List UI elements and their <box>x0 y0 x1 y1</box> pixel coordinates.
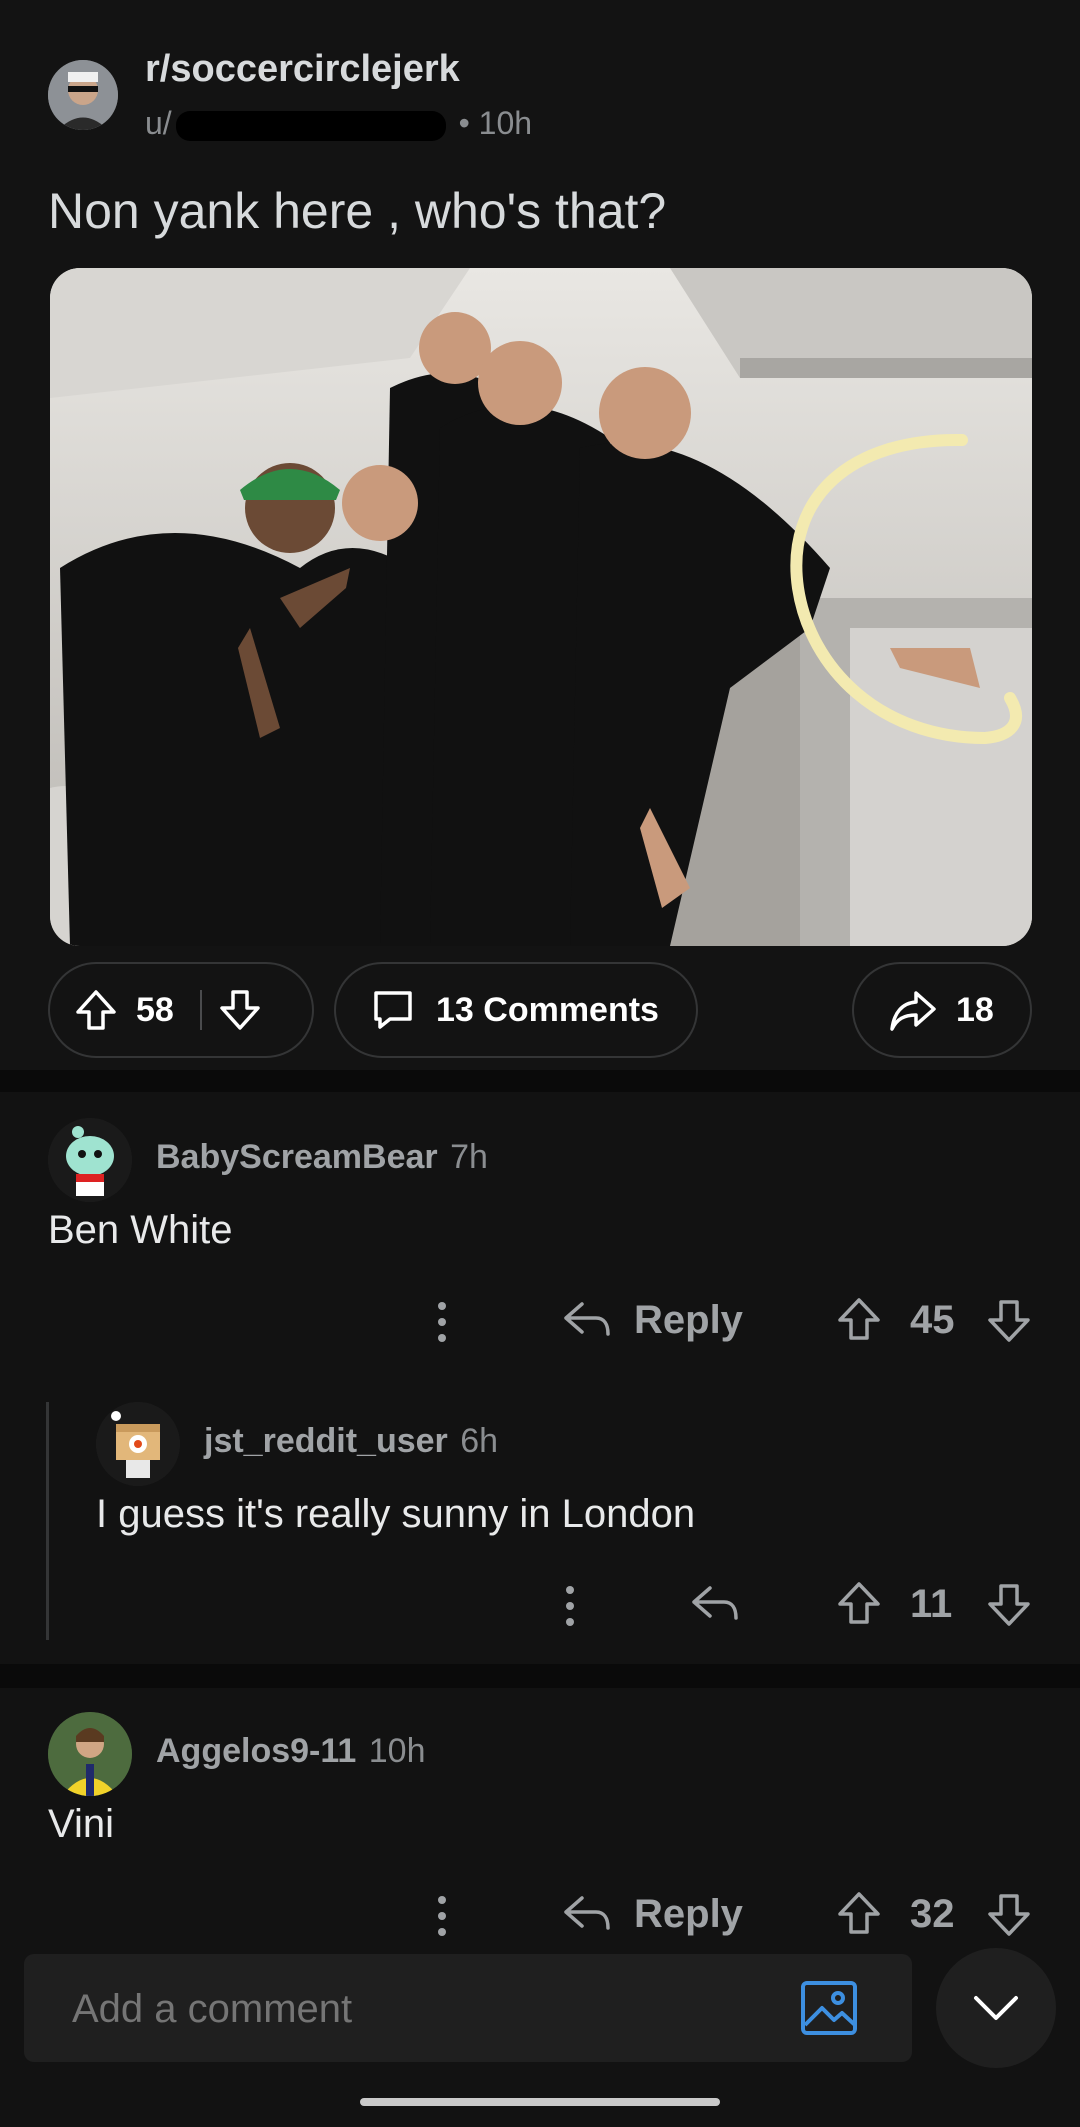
collapse-button[interactable] <box>936 1948 1056 2068</box>
comment-username[interactable]: jst_reddit_user <box>204 1422 448 1460</box>
thread-line[interactable] <box>46 1402 49 1640</box>
upvote-icon[interactable] <box>72 986 120 1034</box>
share-arrow-icon <box>888 987 938 1033</box>
reply-button[interactable]: Reply <box>634 1892 743 1937</box>
downvote-icon[interactable] <box>986 1580 1032 1628</box>
subreddit-name[interactable]: r/soccercirclejerk <box>145 48 460 91</box>
comment-avatar[interactable] <box>96 1402 180 1486</box>
more-options-icon[interactable] <box>432 1894 452 1938</box>
post-image[interactable] <box>50 268 1032 946</box>
comment-header: Aggelos9-11 10h <box>156 1732 426 1771</box>
comment-score: 45 <box>910 1298 955 1342</box>
comments-button[interactable]: 13 Comments <box>334 962 698 1058</box>
post-title: Non yank here , who's that? <box>48 183 667 239</box>
comment-username[interactable]: Aggelos9-11 <box>156 1732 356 1770</box>
comment-time: 7h <box>450 1138 488 1176</box>
post-author[interactable]: u/ <box>145 105 172 141</box>
upvote-icon[interactable] <box>836 1890 882 1938</box>
comment-avatar[interactable] <box>48 1118 132 1202</box>
comment-score: 11 <box>910 1582 953 1626</box>
meta-separator: • <box>449 105 479 141</box>
post-meta: u/ • 10h <box>145 105 532 142</box>
downvote-icon[interactable] <box>986 1890 1032 1938</box>
comment-body: I guess it's really sunny in London <box>96 1492 696 1536</box>
image-upload-icon[interactable] <box>800 1980 858 2036</box>
comment-header: BabyScreamBear 7h <box>156 1138 488 1177</box>
section-divider <box>0 1070 1080 1092</box>
comment-composer[interactable] <box>24 1954 912 2062</box>
reply-arrow-icon[interactable] <box>690 1582 740 1626</box>
downvote-icon[interactable] <box>986 1296 1032 1344</box>
upvote-icon[interactable] <box>836 1296 882 1344</box>
downvote-icon[interactable] <box>216 986 264 1034</box>
post-score: 58 <box>136 990 174 1029</box>
reply-button[interactable]: Reply <box>634 1298 743 1343</box>
comment-body: Vini <box>48 1802 114 1846</box>
chevron-down-icon <box>972 1994 1020 2022</box>
share-button[interactable]: 18 <box>852 962 1032 1058</box>
comment-bubble-icon <box>370 987 416 1033</box>
reply-arrow-icon[interactable] <box>562 1892 612 1936</box>
comment-score: 32 <box>910 1892 955 1936</box>
add-comment-input[interactable] <box>70 1982 774 2036</box>
comment-time: 6h <box>460 1422 499 1460</box>
username-redaction <box>175 110 446 141</box>
post-author-avatar[interactable] <box>48 60 118 130</box>
comment-username[interactable]: BabyScreamBear <box>156 1138 438 1176</box>
comment-time: 10h <box>368 1732 426 1770</box>
reply-arrow-icon[interactable] <box>562 1298 612 1342</box>
comment-avatar[interactable] <box>48 1712 132 1796</box>
more-options-icon[interactable] <box>560 1584 580 1628</box>
more-options-icon[interactable] <box>432 1300 452 1344</box>
comment-header: jst_reddit_user 6h <box>204 1422 498 1461</box>
upvote-icon[interactable] <box>836 1580 882 1628</box>
comments-count-label: 13 Comments <box>436 990 659 1029</box>
home-indicator <box>360 2098 720 2106</box>
share-count: 18 <box>956 990 994 1029</box>
section-divider <box>0 1664 1080 1688</box>
vote-divider <box>199 990 202 1030</box>
post-time: 10h <box>478 105 533 141</box>
vote-pill: 58 <box>48 962 314 1058</box>
comment-body: Ben White <box>48 1208 233 1252</box>
